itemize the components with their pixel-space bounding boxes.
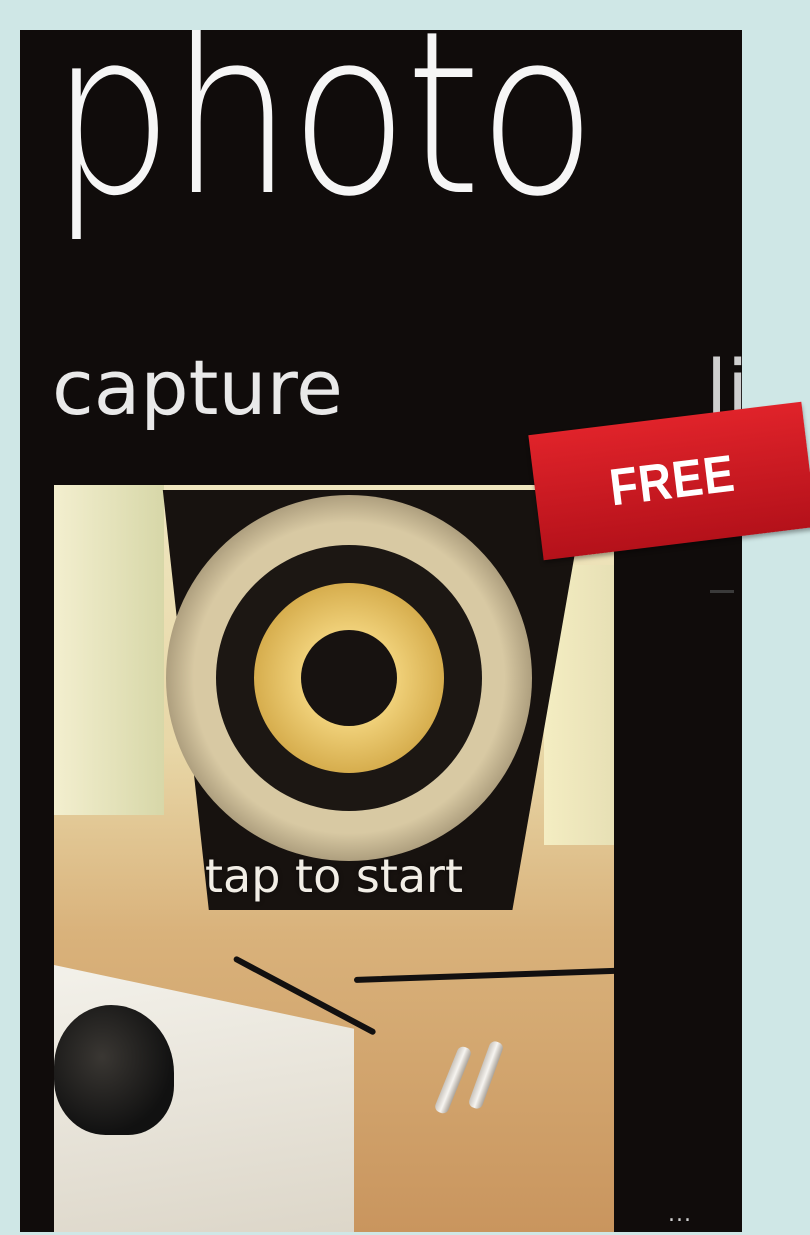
headphone-image bbox=[54, 1005, 174, 1135]
rca-plug bbox=[467, 1039, 505, 1111]
appbar-more-button[interactable]: ... bbox=[668, 1202, 692, 1227]
tap-to-start-hint[interactable]: tap to start bbox=[54, 853, 614, 899]
cable bbox=[353, 966, 614, 983]
app-title: photo bbox=[50, 30, 597, 246]
rca-plug bbox=[433, 1044, 473, 1116]
pivot-preview-divider bbox=[710, 590, 734, 603]
phone-screen: photo capture li tap to start ... bbox=[20, 30, 742, 1232]
camera-viewfinder[interactable]: tap to start bbox=[54, 485, 614, 1232]
free-badge-label: FREE bbox=[606, 444, 739, 518]
pivot-item-capture[interactable]: capture bbox=[52, 350, 343, 426]
speaker-dust-cap bbox=[301, 630, 397, 726]
viewfinder-background-left bbox=[54, 485, 164, 815]
